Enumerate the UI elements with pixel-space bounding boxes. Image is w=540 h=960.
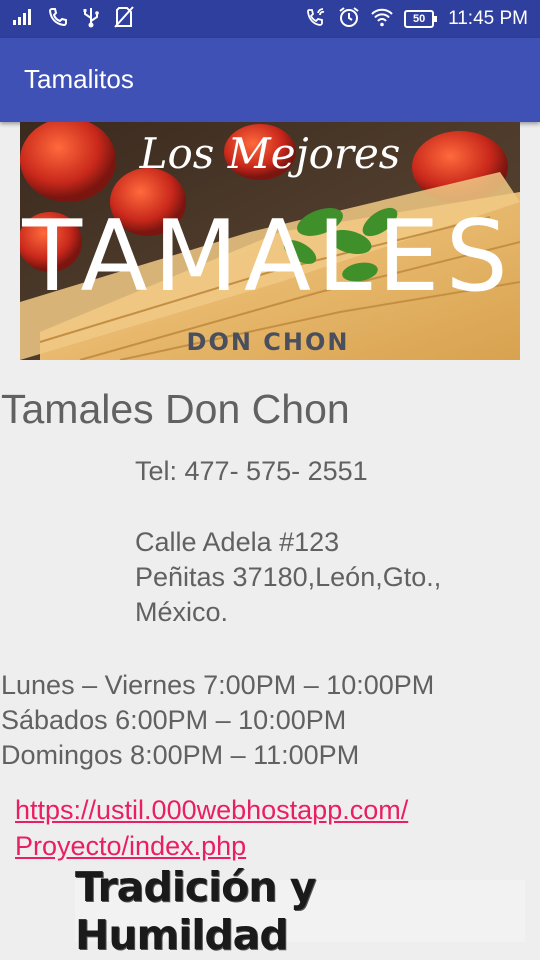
hours-saturday: Sábados 6:00PM – 10:00PM [1,705,347,735]
app-title: Tamalitos [24,64,134,94]
address-line2: Peñitas 37180,León,Gto., [135,562,442,592]
hours-sunday: Domingos 8:00PM – 11:00PM [1,740,360,770]
no-sim-icon [114,5,134,33]
address-line3: México. [135,597,229,627]
phone-icon [48,7,68,32]
opening-hours: Lunes – Viernes 7:00PM – 10:00PM Sábados… [1,668,434,773]
alarm-icon [338,6,360,33]
clock: 11:45 PM [448,8,528,29]
website-link-line1[interactable]: https://ustil.000webhostapp.com/ [15,792,408,828]
signal-icon [12,8,34,31]
website-link[interactable]: https://ustil.000webhostapp.com/ Proyect… [15,792,408,864]
phone-number: Tel: 477- 575- 2551 [135,456,368,486]
business-name: Tamales Don Chon [1,386,350,432]
slogan-image: Tradición y Humildad [75,863,525,959]
banner-line2: TAMALES [21,200,514,314]
battery-icon: 50 [404,10,438,28]
battery-level: 50 [412,13,426,25]
hours-weekdays: Lunes – Viernes 7:00PM – 10:00PM [1,670,435,700]
status-bar: 50 11:45 PM [0,0,540,38]
wifi-call-icon [306,7,328,32]
app-bar: Tamalitos [0,38,540,122]
slogan-text: Tradición y Humildad [75,863,316,959]
banner-line1: Los Mejores [139,129,401,178]
address: Calle Adela #123 Peñitas 37180,León,Gto.… [135,525,441,630]
banner-image: Los Mejores TAMALES DON CHON [20,122,520,360]
banner-line3: DON CHON [187,328,350,356]
wifi-icon [370,7,394,32]
address-line1: Calle Adela #123 [135,527,340,557]
usb-icon [82,6,100,33]
website-link-line2[interactable]: Proyecto/index.php [15,828,408,864]
